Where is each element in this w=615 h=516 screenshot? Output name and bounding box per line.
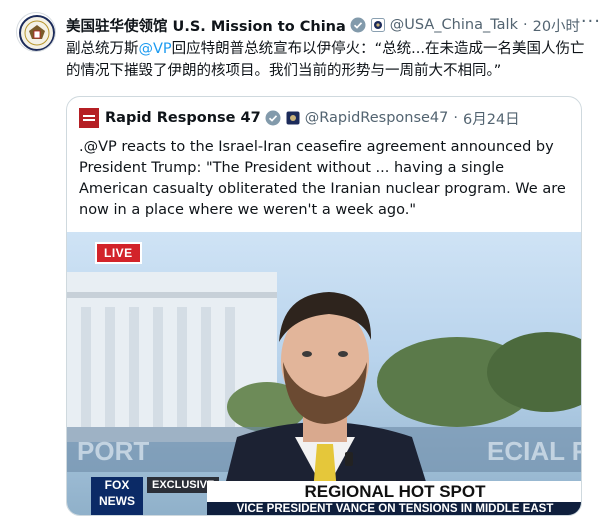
government-flag-icon: [370, 18, 385, 32]
video-subline: VICE PRESIDENT VANCE ON TENSIONS IN MIDD…: [207, 502, 581, 515]
quoted-text: .@VP reacts to the Israel-Iran ceasefire…: [79, 139, 566, 218]
government-flag-icon: [286, 111, 300, 125]
video-headline: REGIONAL HOT SPOT: [207, 481, 581, 503]
tweet-text: 副总统万斯@VP回应特朗普总统宣布以伊停火：“总统...在未造成一名美国人伤亡的…: [66, 38, 596, 82]
tweet-header: 美国驻华使领馆 U.S. Mission to China @USA_China…: [66, 11, 603, 36]
svg-text:ECIAL R: ECIAL R: [487, 436, 582, 466]
verified-badge-icon: [265, 110, 281, 126]
quoted-tweet[interactable]: Rapid Response 47 @RapidResponse47 · 6月2…: [66, 96, 582, 516]
network-logo: FOX NEWS: [91, 477, 143, 515]
video-player[interactable]: PORT ECIAL R LIVE FOX NEWS EXCLUSIVE REG…: [67, 232, 582, 515]
quoted-handle[interactable]: @RapidResponse47: [305, 110, 449, 126]
more-options-icon[interactable]: ···: [581, 11, 601, 32]
tweet-time[interactable]: 20小时: [533, 15, 580, 36]
quoted-header: Rapid Response 47 @RapidResponse47 · 6月2…: [79, 107, 520, 129]
verified-badge-icon: [350, 17, 366, 33]
mention-link[interactable]: @VP: [139, 41, 172, 57]
tweet-text-prefix: 副总统万斯: [66, 41, 139, 57]
svg-text:PORT: PORT: [77, 436, 149, 466]
quoted-avatar[interactable]: [79, 108, 99, 128]
separator-dot: ·: [522, 17, 528, 33]
quoted-author-name[interactable]: Rapid Response 47: [105, 110, 261, 126]
quoted-date[interactable]: 6月24日: [463, 108, 520, 129]
video-frame-image: PORT ECIAL R: [67, 272, 582, 515]
network-name: FOX NEWS: [99, 478, 135, 508]
seal-icon: [19, 15, 55, 51]
author-handle[interactable]: @USA_China_Talk: [390, 17, 518, 33]
author-avatar[interactable]: [16, 12, 56, 52]
author-name[interactable]: 美国驻华使领馆 U.S. Mission to China: [66, 15, 346, 36]
separator-dot: ·: [453, 110, 458, 126]
live-badge: LIVE: [95, 242, 142, 264]
